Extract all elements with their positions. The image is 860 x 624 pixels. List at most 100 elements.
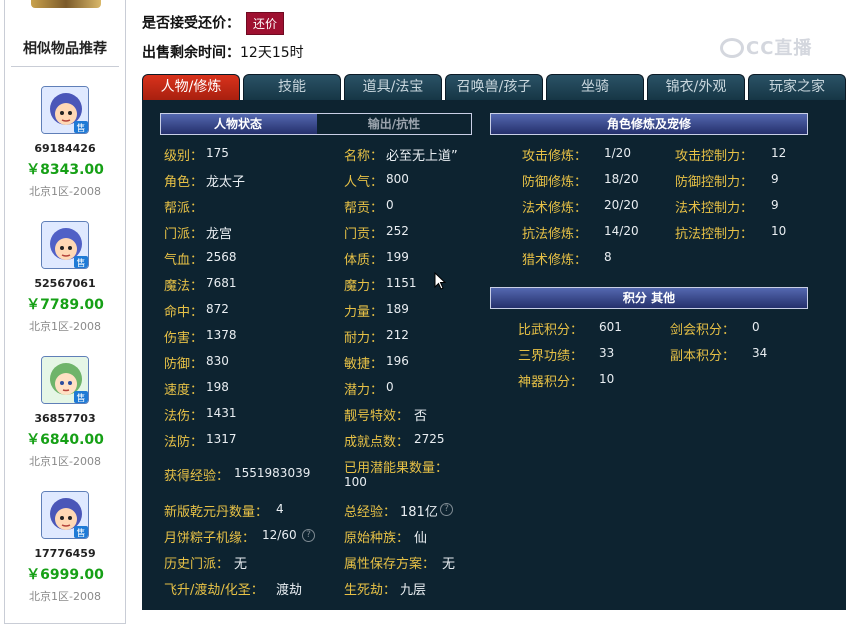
character-avatar[interactable]: 售 (41, 86, 89, 134)
item-price: ￥6840.00 (26, 432, 104, 448)
control-value: 9 (771, 198, 779, 212)
time-label: 出售剩余时间： (142, 45, 240, 61)
stat-label: 门派： (164, 227, 204, 242)
similar-items-sidebar: 相似物品推荐 售 69184426 ￥8343.00 北京1区-2008 售 5… (4, 0, 126, 624)
stat-label: 飞升/渡劫/化圣： (164, 583, 264, 598)
cultivation-label: 抗法修炼： (522, 227, 588, 242)
stat-label: 原始种族： (344, 531, 410, 546)
stat-label: 级别： (164, 149, 204, 164)
item-server: 北京1区-2008 (29, 590, 101, 603)
exp-value: 1551983039 (234, 466, 311, 480)
tab-character[interactable]: 人物/修炼 (142, 74, 240, 100)
stat-value: 必至无上道” (386, 149, 458, 164)
points-value: 0 (752, 320, 760, 334)
points-label: 副本积分： (670, 349, 736, 364)
cultivation-label: 防御修炼： (522, 175, 588, 190)
stat-label: 帮贡： (344, 201, 384, 216)
stat-value: 九层 (400, 583, 427, 598)
control-label: 法术控制力： (675, 201, 754, 216)
points-label: 神器积分： (518, 375, 584, 390)
item-price: ￥7789.00 (26, 297, 104, 313)
item-price: ￥8343.00 (26, 162, 104, 178)
points-value: 10 (599, 372, 615, 386)
svg-text:售: 售 (76, 527, 85, 539)
cultivation-value: 8 (604, 250, 612, 264)
item-image-partial (31, 0, 101, 8)
stat-value: 龙宫 (206, 227, 233, 242)
character-avatar[interactable]: 售 (41, 491, 89, 539)
stat-label: 新版乾元丹数量： (164, 505, 269, 520)
help-icon[interactable]: ? (440, 503, 453, 516)
subtab-output-resist[interactable]: 输出/抗性 (317, 114, 471, 134)
stat-label: 月饼粽子机缘： (164, 531, 256, 546)
help-icon[interactable]: ? (302, 529, 315, 542)
item-id: 52567061 (34, 277, 96, 290)
stat-label: 法伤： (164, 409, 204, 424)
stat-value: 199 (386, 250, 409, 264)
page: 相似物品推荐 售 69184426 ￥8343.00 北京1区-2008 售 5… (0, 0, 860, 624)
control-value: 10 (771, 224, 787, 238)
tab-skills[interactable]: 技能 (243, 74, 341, 100)
stat-value: 否 (414, 409, 428, 424)
item-server: 北京1区-2008 (29, 455, 101, 468)
divider (11, 66, 119, 67)
stat-value: 1317 (206, 432, 237, 446)
item-price: ￥6999.00 (26, 567, 104, 583)
stat-value: 198 (206, 380, 229, 394)
tab-outfits[interactable]: 锦衣/外观 (647, 74, 745, 100)
subtab-status[interactable]: 人物状态 (161, 114, 315, 134)
cultivation-label: 攻击修炼： (522, 149, 588, 164)
stat-label: 总经验： (344, 505, 397, 520)
cultivation-value: 14/20 (604, 224, 639, 238)
points-label: 剑会积分： (670, 323, 736, 338)
stat-label: 伤害： (164, 331, 204, 346)
stat-label: 角色： (164, 175, 204, 190)
stat-label: 法防： (164, 435, 204, 450)
character-avatar[interactable]: 售 (41, 356, 89, 404)
cultivation-value: 20/20 (604, 198, 639, 212)
bargain-button[interactable]: 还价 (246, 12, 285, 35)
item-id: 69184426 (34, 142, 96, 155)
stat-label: 名称： (344, 149, 384, 164)
character-avatar[interactable]: 售 (41, 221, 89, 269)
svg-text:售: 售 (76, 122, 85, 134)
watermark: CC直播 (720, 34, 812, 60)
tab-items[interactable]: 道具/法宝 (344, 74, 442, 100)
time-value: 12天15时 (240, 45, 304, 61)
time-remaining-row: 出售剩余时间：12天15时 (142, 42, 304, 62)
stat-value: 无 (442, 557, 456, 572)
tab-home[interactable]: 玩家之家 (748, 74, 846, 100)
stat-label: 潜力： (344, 383, 384, 398)
stat-value: 4 (276, 502, 284, 516)
stat-value: 196 (386, 354, 409, 368)
stat-label: 帮派： (164, 201, 204, 216)
stat-label: 人气： (344, 175, 384, 190)
stat-label: 生死劫： (344, 583, 397, 598)
stat-value: 12/60 (262, 528, 297, 542)
item-id: 36857703 (34, 412, 96, 425)
stat-value: 252 (386, 224, 409, 238)
stat-value: 1151 (386, 276, 417, 290)
stat-label: 靓号特效： (344, 409, 410, 424)
control-label: 攻击控制力： (675, 149, 754, 164)
cultivation-value: 18/20 (604, 172, 639, 186)
potion-value: 100 (344, 475, 367, 489)
points-header: 积分 其他 (490, 287, 808, 309)
stat-label: 耐力： (344, 331, 384, 346)
stat-label: 力量： (344, 305, 384, 320)
stat-value: 181亿 (400, 505, 438, 520)
stat-value: 189 (386, 302, 409, 316)
stat-label: 属性保存方案： (344, 557, 436, 572)
tab-mounts[interactable]: 坐骑 (546, 74, 644, 100)
stat-value: 无 (234, 557, 248, 572)
stat-value: 7681 (206, 276, 237, 290)
stat-value: 2568 (206, 250, 237, 264)
stat-value: 800 (386, 172, 409, 186)
points-value: 33 (599, 346, 615, 360)
tab-bar: 人物/修炼 技能 道具/法宝 召唤兽/孩子 坐骑 锦衣/外观 玩家之家 (142, 74, 846, 100)
stat-value: 渡劫 (276, 583, 303, 598)
points-value: 601 (599, 320, 622, 334)
sidebar-title: 相似物品推荐 (23, 41, 107, 57)
tab-summons[interactable]: 召唤兽/孩子 (445, 74, 543, 100)
cultivation-label: 猎术修炼： (522, 253, 588, 268)
